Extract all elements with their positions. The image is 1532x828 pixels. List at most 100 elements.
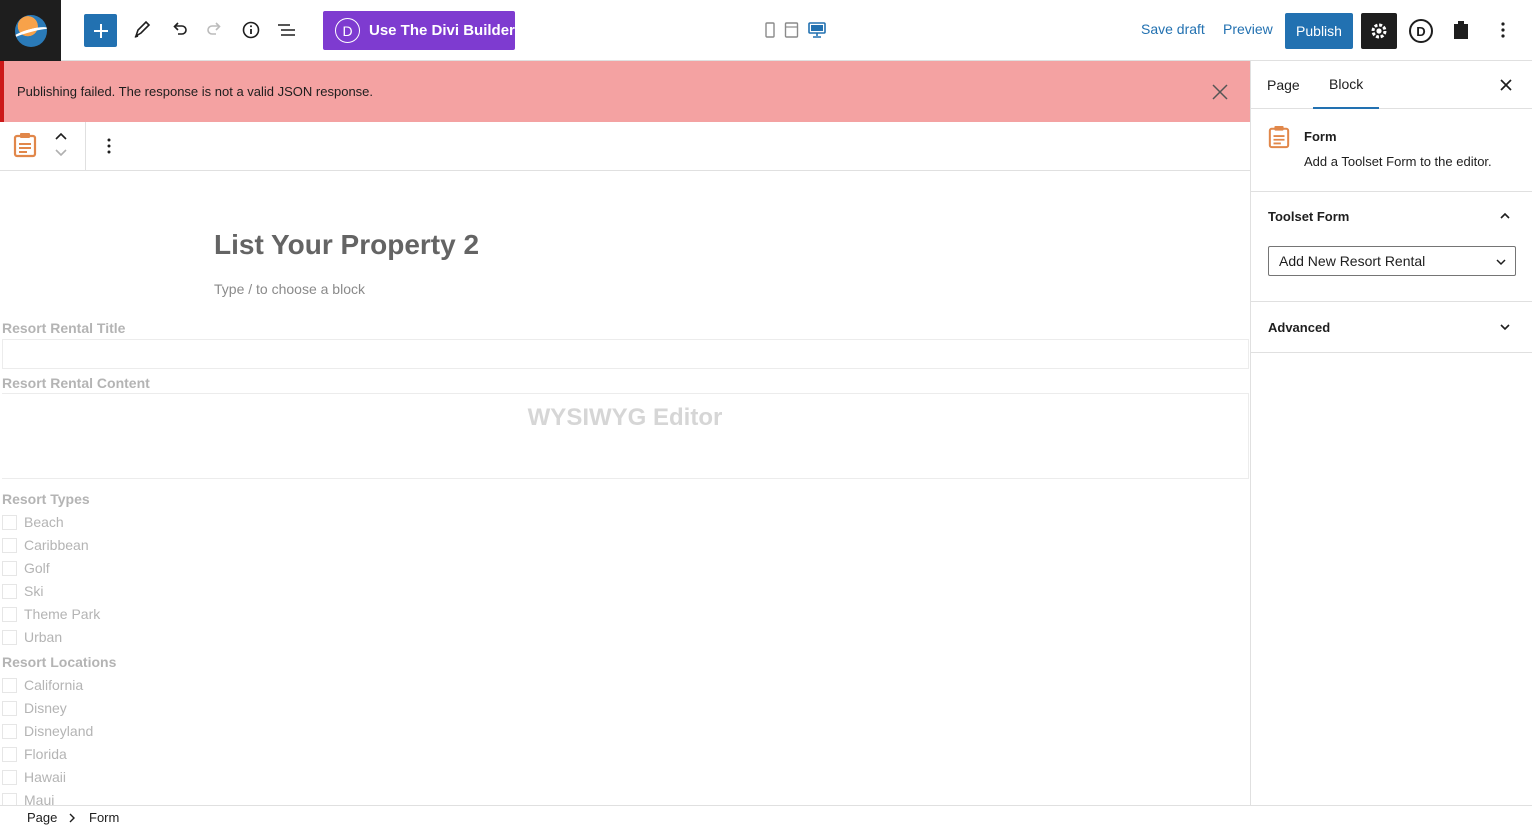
toolset-form-select-value: Add New Resort Rental [1279, 253, 1426, 269]
wysiwyg-editor-label: WYSIWYG Editor [527, 404, 723, 431]
checkbox[interactable] [2, 746, 17, 762]
chevron-down-icon[interactable] [1499, 321, 1511, 333]
page-title[interactable]: List Your Property 2 [214, 229, 479, 261]
tools-button[interactable] [126, 14, 158, 46]
info-icon [242, 21, 260, 39]
checkbox-florida[interactable]: Florida [2, 744, 67, 764]
divi-builder-button[interactable]: D Use The Divi Builder [323, 11, 515, 50]
checkbox-label: Golf [24, 560, 50, 576]
error-notice-message: Publishing failed. The response is not a… [17, 84, 374, 99]
editor-header: D Use The Divi Builder Save draft Previe… [0, 0, 1532, 61]
checkbox[interactable] [2, 769, 17, 785]
checkbox-disney[interactable]: Disney [2, 698, 67, 718]
undo-icon [173, 22, 187, 35]
checkbox-hawaii[interactable]: Hawaii [2, 767, 66, 787]
resort-types-label: Resort Types [2, 491, 90, 507]
divi-settings-button[interactable]: D [1409, 19, 1433, 43]
checkbox-label: Urban [24, 629, 63, 645]
redo-button[interactable] [199, 14, 231, 46]
mobile-preview-icon[interactable] [764, 22, 776, 39]
wysiwyg-editor[interactable]: WYSIWYG Editor [2, 393, 1249, 479]
tab-page[interactable]: Page [1267, 61, 1300, 109]
checkbox-california[interactable]: California [2, 675, 83, 695]
form-block-icon [1268, 126, 1290, 149]
block-card: Form Add a Toolset Form to the editor. [1251, 109, 1532, 192]
chevron-down-icon [1496, 259, 1506, 266]
checkbox[interactable] [2, 792, 17, 805]
site-logo[interactable] [0, 0, 61, 61]
pencil-icon [134, 20, 151, 38]
divi-logo-icon: D [335, 18, 360, 43]
list-view-icon [278, 24, 295, 36]
breadcrumb: Page Form [0, 805, 1532, 828]
checkbox[interactable] [2, 629, 17, 645]
resort-rental-title-input[interactable] [2, 339, 1249, 369]
toolset-icon [1454, 21, 1468, 39]
resort-rental-title-label: Resort Rental Title [2, 320, 126, 336]
tab-block[interactable]: Block [1313, 61, 1380, 109]
checkbox-label: Ski [24, 583, 44, 599]
tablet-preview-icon[interactable] [784, 22, 799, 39]
checkbox-label: Disney [24, 700, 67, 716]
gear-icon [1371, 23, 1387, 39]
checkbox-urban[interactable]: Urban [2, 627, 62, 647]
checkbox[interactable] [2, 677, 17, 693]
breadcrumb-item-page[interactable]: Page [27, 810, 57, 825]
checkbox-label: Beach [24, 514, 64, 530]
desktop-preview-icon[interactable] [808, 22, 826, 39]
checkbox-disneyland[interactable]: Disneyland [2, 721, 93, 741]
divi-builder-label: Use The Divi Builder [369, 22, 515, 39]
checkbox[interactable] [2, 537, 17, 553]
toolset-form-panel: Toolset Form Add New Resort Rental [1251, 192, 1532, 302]
advanced-panel[interactable]: Advanced [1251, 302, 1532, 353]
settings-button[interactable] [1361, 13, 1397, 49]
add-block-button[interactable] [84, 14, 117, 47]
block-placeholder[interactable]: Type / to choose a block [214, 281, 365, 297]
toolset-form-select[interactable]: Add New Resort Rental [1268, 246, 1516, 276]
checkbox-label: Disneyland [24, 723, 94, 739]
checkbox[interactable] [2, 723, 17, 739]
chevron-up-icon[interactable] [1499, 210, 1511, 222]
checkbox[interactable] [2, 560, 17, 576]
options-menu-button[interactable] [1487, 14, 1519, 46]
checkbox[interactable] [2, 606, 17, 622]
more-vertical-icon [1501, 22, 1505, 38]
resort-locations-label: Resort Locations [2, 654, 117, 670]
checkbox-label: Maui [24, 792, 55, 805]
move-up-icon[interactable] [54, 131, 68, 141]
checkbox-ski[interactable]: Ski [2, 581, 43, 601]
checkbox-maui[interactable]: Maui [2, 790, 54, 805]
settings-sidebar: Page Block Form Add a Toolset Form to th… [1250, 61, 1532, 805]
checkbox-label: California [24, 677, 84, 693]
checkbox[interactable] [2, 700, 17, 716]
close-notice-icon[interactable] [1210, 82, 1230, 102]
publish-button[interactable]: Publish [1285, 13, 1353, 49]
editor-canvas: List Your Property 2 Type / to choose a … [0, 171, 1250, 805]
preview-button[interactable]: Preview [1223, 21, 1273, 37]
checkbox-beach[interactable]: Beach [2, 512, 64, 532]
checkbox-golf[interactable]: Golf [2, 558, 50, 578]
error-notice: Publishing failed. The response is not a… [0, 61, 1250, 122]
details-button[interactable] [235, 14, 267, 46]
breadcrumb-item-form[interactable]: Form [89, 810, 119, 825]
advanced-panel-title[interactable]: Advanced [1268, 320, 1330, 335]
block-card-description: Add a Toolset Form to the editor. [1304, 154, 1492, 169]
form-block-icon[interactable] [13, 132, 37, 158]
checkbox[interactable] [2, 583, 17, 599]
block-options-icon[interactable] [107, 138, 111, 154]
list-view-button[interactable] [271, 14, 303, 46]
toolset-form-panel-title[interactable]: Toolset Form [1268, 209, 1349, 224]
redo-icon [207, 22, 221, 35]
move-down-icon[interactable] [54, 148, 68, 158]
toolset-button[interactable] [1445, 14, 1477, 46]
undo-button[interactable] [163, 14, 195, 46]
toolbar-divider [85, 122, 86, 170]
close-sidebar-icon[interactable] [1497, 76, 1515, 94]
checkbox[interactable] [2, 514, 17, 530]
checkbox-label: Florida [24, 746, 67, 762]
sidebar-tabs: Page Block [1251, 61, 1532, 109]
checkbox-theme-park[interactable]: Theme Park [2, 604, 100, 624]
save-draft-button[interactable]: Save draft [1141, 21, 1205, 37]
checkbox-label: Hawaii [24, 769, 67, 785]
checkbox-caribbean[interactable]: Caribbean [2, 535, 89, 555]
